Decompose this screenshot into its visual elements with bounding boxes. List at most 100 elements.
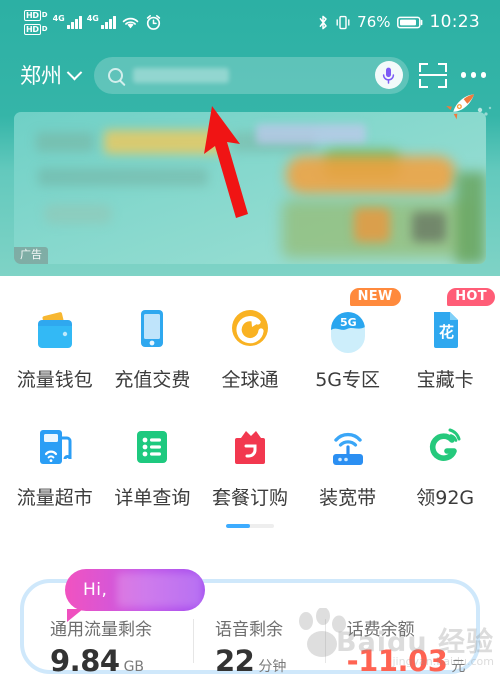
search-icon	[108, 67, 123, 83]
city-selector[interactable]: 郑州	[14, 60, 83, 90]
grid-item-liuliangqianbao[interactable]: 流量钱包	[6, 290, 104, 402]
greeting-name-blurred	[117, 573, 203, 607]
teal-header-region: HD D HD D 4G 4G 76% 10:23 广告 郑州	[0, 0, 500, 276]
badge-new: NEW	[349, 288, 401, 306]
ad-label: 广告	[14, 247, 48, 264]
scan-qr-icon[interactable]	[418, 62, 447, 88]
clock-time: 10:23	[429, 12, 480, 32]
greeting-text: Hi,	[83, 580, 108, 600]
banner-blur-block	[44, 204, 112, 224]
greeting-tag: Hi,	[65, 569, 205, 622]
banner-blur-block	[38, 168, 208, 186]
banner-blur-block	[456, 172, 486, 264]
grid-item-liuliangchaoshi[interactable]: 流量超市	[6, 408, 104, 520]
alarm-clock-icon	[146, 14, 161, 30]
hd-volte-indicators: HD D HD D	[24, 9, 48, 35]
network-label-1: 4G	[52, 14, 65, 23]
signal-bars-icon-2	[100, 16, 116, 29]
hd-volte-icon-2: HD D	[24, 23, 48, 35]
more-options-icon[interactable]	[460, 72, 486, 78]
data-pump-icon	[29, 420, 81, 472]
green-g-signal-icon	[419, 420, 471, 472]
grid-item-baozangka[interactable]: 花 HOT 宝藏卡	[396, 288, 495, 402]
banner-blur-block	[412, 212, 446, 242]
grid-item-label: 套餐订购	[211, 487, 288, 509]
microphone-icon	[382, 67, 395, 84]
service-grid: 流量钱包 充值交费 全球通 5G NEW 5G专区 花 HOT 宝藏卡 流量超市…	[0, 276, 500, 520]
globe-arrow-icon	[224, 302, 276, 354]
page-indicator-thumb	[226, 524, 250, 528]
hd-label-1: HD	[24, 9, 41, 21]
wifi-icon	[122, 17, 139, 28]
banner-blur-block	[354, 208, 390, 242]
grid-item-label: 全球通	[221, 369, 279, 391]
grid-item-label: 充值交费	[114, 369, 191, 391]
grid-item-label: 宝藏卡	[416, 369, 474, 391]
signal-group-2: 4G	[87, 15, 116, 29]
banner-blur-block	[286, 156, 456, 194]
stat-data-remaining[interactable]: 通用流量剩余 9.84 GB	[28, 615, 193, 674]
mobile-phone-icon	[126, 302, 178, 354]
vibrate-icon	[336, 15, 350, 29]
stat-number: 9.84	[50, 644, 120, 674]
grid-item-zhuangkuandai[interactable]: 装宽带	[299, 408, 397, 520]
page-indicator-track	[226, 524, 274, 528]
status-bar-left: HD D HD D 4G 4G	[0, 9, 162, 35]
city-name: 郑州	[20, 64, 62, 88]
router-icon	[322, 420, 374, 472]
grid-item-5gzhuanqu[interactable]: 5G NEW 5G专区	[299, 288, 401, 402]
signal-group-1: 4G	[53, 15, 82, 29]
battery-charging-icon	[396, 16, 422, 28]
app-header: 郑州	[0, 48, 500, 102]
red-arrow-up-icon	[204, 106, 248, 218]
grid-item-label: 流量钱包	[16, 369, 93, 391]
grid-item-label: 5G专区	[315, 369, 380, 391]
search-input[interactable]	[94, 56, 409, 94]
grid-item-label: 详单查询	[114, 487, 191, 509]
grid-item-xiangdanchaxun[interactable]: 详单查询	[104, 408, 202, 520]
signal-bars-icon-1	[66, 16, 82, 29]
grid-item-label: 流量超市	[16, 487, 93, 509]
stat-number: 22	[214, 644, 255, 674]
grid-page-indicator[interactable]	[0, 524, 500, 528]
badge-hot: HOT	[447, 288, 495, 306]
svg-text:花: 花	[439, 323, 454, 341]
banner-blur-block	[36, 132, 94, 152]
hd-volte-icon-1: HD D	[24, 9, 48, 21]
phone-screen: HD D HD D 4G 4G 76% 10:23 广告 郑州 流量钱包 充值交…	[0, 0, 500, 674]
status-bar-right: 76% 10:23	[317, 12, 500, 32]
grid-item-quanqiutong[interactable]: 全球通	[201, 290, 299, 402]
hd-label-2: HD	[24, 23, 41, 35]
hd-sub-1: D	[41, 11, 48, 19]
network-label-2: 4G	[86, 14, 99, 23]
banner-blur-block	[256, 124, 366, 144]
treasure-card-icon: 花	[419, 302, 471, 354]
chevron-down-icon	[66, 64, 83, 80]
battery-percent: 76%	[357, 13, 391, 31]
stat-unit: 元	[451, 659, 466, 674]
wallet-icon	[29, 302, 81, 354]
package-bag-icon	[224, 420, 276, 472]
stat-number: -11.03	[346, 644, 448, 674]
grid-item-taocandinggou[interactable]: 套餐订购	[201, 408, 299, 520]
stat-value: -11.03 元	[347, 644, 472, 674]
stat-unit: GB	[123, 659, 145, 674]
watermark-paw-icon	[299, 608, 346, 657]
stat-unit: 分钟	[258, 659, 287, 674]
balance-card-wrapper: Hi, 通用流量剩余 9.84 GB 语音剩余 22 分钟 话费余额 -11.0…	[20, 569, 480, 674]
status-bar: HD D HD D 4G 4G 76% 10:23	[0, 0, 500, 44]
grid-item-ling92g[interactable]: 领92G	[396, 408, 494, 520]
grid-item-label: 领92G	[416, 487, 475, 509]
search-placeholder-blurred	[133, 67, 229, 83]
stat-value: 9.84 GB	[50, 644, 193, 674]
5g-zone-icon: 5G	[322, 302, 374, 354]
svg-text:5G: 5G	[340, 316, 357, 329]
main-content: 流量钱包 充值交费 全球通 5G NEW 5G专区 花 HOT 宝藏卡 流量超市…	[0, 276, 500, 674]
voice-search-button[interactable]	[374, 61, 403, 89]
stat-label: 话费余额	[346, 620, 415, 640]
bluetooth-icon	[319, 15, 327, 29]
grid-item-chongzhijiaofei[interactable]: 充值交费	[104, 290, 202, 402]
hd-sub-2: D	[41, 25, 48, 33]
bill-list-icon	[126, 420, 178, 472]
balance-stats: 通用流量剩余 9.84 GB 语音剩余 22 分钟 话费余额 -11.03 元	[20, 615, 480, 674]
